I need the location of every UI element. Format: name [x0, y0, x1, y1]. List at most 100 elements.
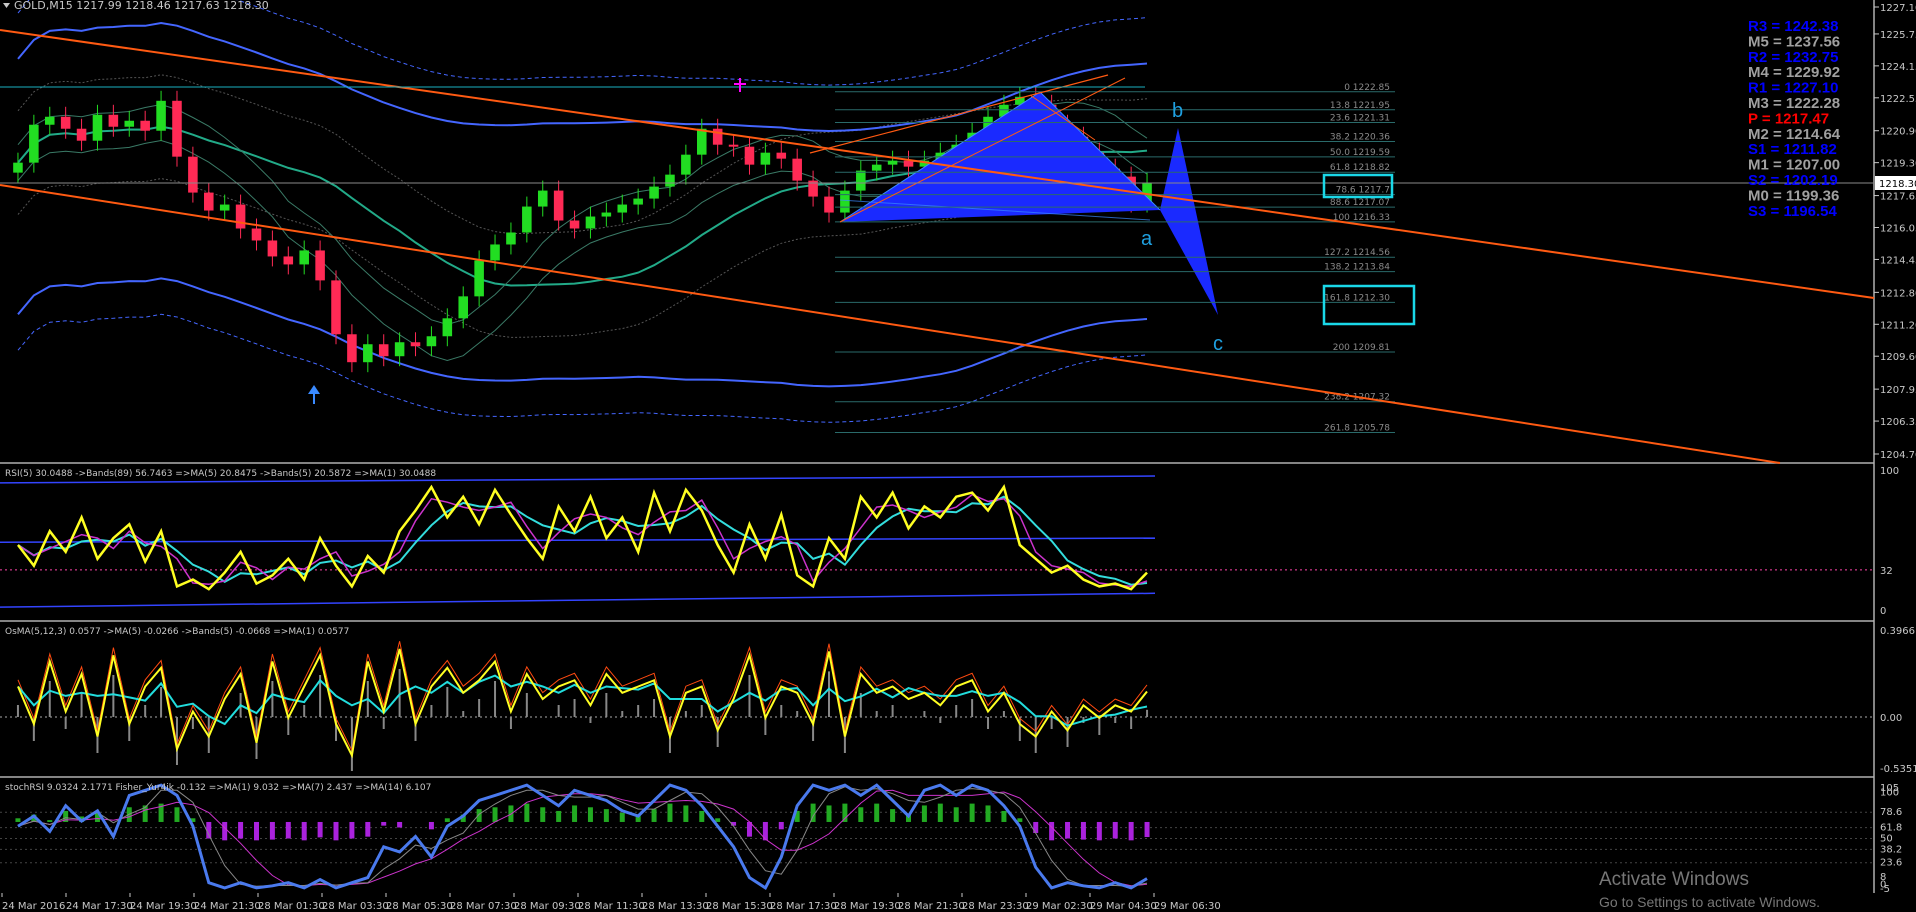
candle-body [188, 156, 198, 193]
fib-label: 38.2 1220.36 [1330, 132, 1390, 142]
price-tick-label: 1224.15 [1880, 62, 1916, 73]
candle-body [13, 162, 23, 173]
activate-windows-watermark: Activate Windows Go to Settings to activ… [1599, 869, 1820, 910]
candle-body [442, 318, 453, 337]
candle-body [776, 152, 787, 159]
candle-body [235, 204, 246, 229]
candle-body [506, 232, 516, 245]
candle-body [585, 216, 596, 229]
header-dropdown-icon[interactable] [3, 3, 10, 8]
trading-chart[interactable]: 0 1222.85 13.8 1221.95 23.6 1221.31 38.2 12… [0, 0, 1916, 912]
watermark-line2: Go to Settings to activate Windows. [1599, 894, 1820, 910]
fib-label: 200 1209.81 [1333, 343, 1390, 353]
candle-body [553, 190, 564, 221]
candle-body [824, 196, 834, 213]
candle-body [537, 190, 548, 207]
rsi-axis: 100 32 0 [1880, 466, 1899, 617]
wave-label-a: a [1141, 228, 1153, 250]
candle-body [410, 342, 421, 347]
time-tick-label: 28 Mar 15:30 [706, 901, 773, 912]
fib-label: 50.0 1219.59 [1330, 148, 1390, 158]
time-tick-label: 28 Mar 23:30 [962, 901, 1029, 912]
time-axis: 24 Mar 2016 24 Mar 17:3024 Mar 19:3024 Ma… [1, 893, 1221, 912]
candle-body [601, 212, 612, 217]
candle-body [887, 160, 898, 165]
candle-body [251, 228, 262, 241]
stoch-ma7-line [17, 786, 1148, 887]
candle-body [92, 114, 103, 141]
stoch-tick-label: 100 [1880, 788, 1899, 799]
stoch-tick-label: -5 [1880, 884, 1890, 895]
price-tick-label: 1220.90 [1880, 127, 1916, 138]
symbol-header: GOLD,M15 1217.99 1218.46 1217.63 1218.30 [14, 0, 269, 12]
candle-body [172, 100, 182, 157]
fibonacci-levels: 0 1222.85 13.8 1221.95 23.6 1221.31 38.2 12… [835, 83, 1395, 433]
price-tick-label: 1217.65 [1880, 192, 1916, 203]
price-tick-label: 1222.55 [1880, 94, 1916, 105]
fib-highlight-1618[interactable] [1322, 284, 1416, 326]
candle-body [665, 174, 675, 187]
candle-body [363, 344, 373, 363]
candle-body [283, 256, 294, 265]
time-tick-label: 28 Mar 01:30 [258, 901, 325, 912]
time-tick-label: 28 Mar 21:30 [898, 901, 965, 912]
stoch-tick-label: 78.6 [1880, 807, 1902, 818]
osma-panel: OsMA(5,12,3) 0.0577 ->MA(5) -0.0266 ->Ba… [0, 626, 1916, 775]
price-axis: 1227.10 1225.75 1224.15 1222.55 1220.90 1219.… [1874, 3, 1916, 461]
osma-tick-label: -0.5351 [1880, 764, 1916, 775]
osma-axis: 0.3966 0.00 -0.5351 [1880, 626, 1916, 775]
fib-label: 127.2 1214.56 [1324, 248, 1390, 258]
time-tick-label: 28 Mar 19:30 [834, 901, 901, 912]
candle-body [299, 250, 309, 265]
time-tick-label: 24 Mar 19:30 [130, 901, 197, 912]
time-tick-label: 24 Mar 21:30 [194, 901, 261, 912]
rsi-tick-label: 100 [1880, 466, 1899, 477]
fib-label: 13.8 1221.95 [1330, 101, 1390, 111]
candle-body [697, 128, 707, 155]
candle-body [394, 342, 405, 357]
arrow-up-icon [308, 385, 320, 404]
osma-band-line [17, 641, 1148, 753]
candle-body [76, 128, 87, 141]
price-tick-label: 1204.70 [1880, 450, 1916, 461]
candle-body [60, 116, 71, 129]
stoch-title: stochRSI 9.0324 2.1771 Fisher_Yur4ik -0.… [5, 783, 431, 793]
candle-body [856, 170, 866, 191]
watermark-line1: Activate Windows [1599, 869, 1749, 890]
candle-body [458, 296, 468, 319]
candle-body [44, 116, 55, 125]
candle-body [760, 152, 771, 165]
channel-lower-line [0, 184, 1781, 464]
candle-body [378, 344, 389, 357]
candle-body [792, 158, 802, 181]
candle-body [840, 190, 850, 213]
candle-body [204, 192, 214, 211]
panel-borders [0, 0, 1875, 893]
bollinger-outer-lower [17, 313, 1148, 423]
candle-body [474, 260, 484, 297]
current-price-label: 1218.30 [1879, 179, 1916, 190]
wave-label-b: b [1172, 100, 1183, 122]
time-tick-label: 28 Mar 17:30 [770, 901, 837, 912]
fib-label: 88.6 1217.07 [1330, 198, 1390, 208]
time-tick-label: 29 Mar 02:30 [1026, 901, 1093, 912]
stoch-tick-label: 38.2 [1880, 844, 1902, 855]
candlesticks [13, 86, 1152, 373]
time-tick-label: 28 Mar 07:30 [450, 901, 517, 912]
candle-body [347, 334, 357, 363]
arrow-down-icon [734, 78, 746, 92]
price-tick-label: 1209.60 [1880, 352, 1916, 363]
trend-channel [0, 29, 1875, 464]
time-tick-label: 24 Mar 2016 [2, 901, 65, 912]
osma-title: OsMA(5,12,3) 0.0577 ->MA(5) -0.0266 ->Ba… [5, 627, 349, 637]
current-price-tag: 1218.30 [1875, 176, 1916, 190]
stoch-line [17, 783, 1148, 891]
price-tick-label: 1219.30 [1880, 159, 1916, 170]
candle-body [744, 146, 755, 165]
price-tick-label: 1211.20 [1880, 320, 1916, 331]
candle-body [522, 206, 532, 233]
candle-body [490, 244, 500, 261]
rsi-tick-label: 0 [1880, 606, 1886, 617]
fib-label: 78.6 1217.7 [1336, 186, 1390, 196]
candle-body [315, 250, 325, 281]
